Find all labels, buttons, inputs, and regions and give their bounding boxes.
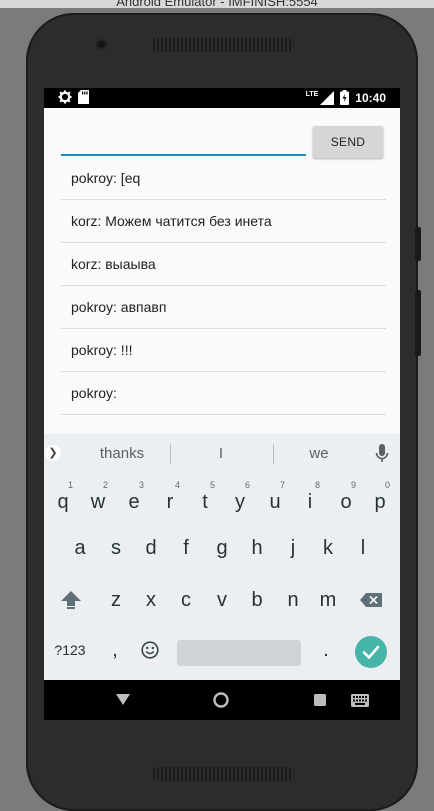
- list-item[interactable]: korz: выаыва: [61, 243, 386, 286]
- navigation-bar: [44, 680, 400, 720]
- key-k[interactable]: k: [314, 530, 342, 566]
- emulator-window: Android Emulator - IMFINISH:5554 LTE 10:…: [0, 0, 434, 811]
- suggestion-divider: [273, 444, 274, 464]
- suggestion-divider: [170, 444, 171, 464]
- key-row-3: z x c v b n m: [44, 582, 400, 618]
- window-title: Android Emulator - IMFINISH:5554: [116, 0, 318, 8]
- soft-keyboard: ❯ thanks I we q1 w2 e3 r4 t5 y6 u7 i 8 o…: [44, 434, 400, 680]
- key-v[interactable]: v: [208, 582, 236, 618]
- suggestion-3[interactable]: we: [288, 445, 350, 462]
- message-text: pokroy: !!!: [71, 342, 133, 358]
- chevron-right-icon[interactable]: ❯: [45, 445, 61, 461]
- backspace-key[interactable]: [356, 582, 386, 618]
- message-text: korz: выаыва: [71, 256, 156, 272]
- key-s[interactable]: s: [102, 530, 130, 566]
- power-button[interactable]: [415, 227, 421, 261]
- enter-key[interactable]: [355, 636, 387, 668]
- key-o[interactable]: o9: [332, 480, 360, 520]
- space-key[interactable]: [177, 640, 301, 666]
- symbols-key[interactable]: ?123: [50, 632, 90, 668]
- message-text: pokroy: авпавп: [71, 299, 167, 315]
- key-r[interactable]: r4: [156, 480, 184, 520]
- key-t[interactable]: t5: [191, 480, 219, 520]
- key-w[interactable]: w2: [84, 480, 112, 520]
- gear-icon: [58, 90, 72, 104]
- bottom-speaker: [151, 767, 294, 781]
- lte-icon: LTE: [305, 91, 319, 98]
- signal-icon: [320, 90, 335, 105]
- key-z[interactable]: z: [102, 582, 130, 618]
- suggestion-1[interactable]: thanks: [89, 445, 155, 462]
- chat-app: SEND pokroy: [eq korz: Можем чатится без…: [44, 108, 400, 434]
- key-row-4: ?123 , .: [44, 632, 400, 668]
- list-item[interactable]: pokroy:: [61, 372, 386, 415]
- list-item[interactable]: korz: Можем чатится без инета: [61, 200, 386, 243]
- key-m[interactable]: m: [314, 582, 342, 618]
- home-icon[interactable]: [213, 692, 229, 708]
- key-g[interactable]: g: [208, 530, 236, 566]
- keyboard-icon[interactable]: [351, 694, 369, 707]
- key-c[interactable]: c: [172, 582, 200, 618]
- message-text: pokroy: [eq: [71, 170, 141, 186]
- list-item[interactable]: pokroy: !!!: [61, 329, 386, 372]
- key-j[interactable]: j: [279, 530, 307, 566]
- suggestion-strip: ❯ thanks I we: [44, 434, 400, 474]
- list-item[interactable]: pokroy: [eq: [61, 157, 386, 200]
- check-icon: [362, 645, 380, 659]
- device-screen: LTE 10:40 SEND pokroy: [eq korz: Можем ч…: [44, 88, 400, 720]
- key-row-1: q1 w2 e3 r4 t5 y6 u7 i8 o9 p0: [44, 480, 400, 520]
- emoji-key[interactable]: [136, 632, 164, 668]
- send-button[interactable]: SEND: [313, 126, 383, 158]
- message-text: korz: Можем чатится без инета: [71, 213, 272, 229]
- key-a[interactable]: a: [66, 530, 94, 566]
- key-q[interactable]: q1: [49, 480, 77, 520]
- period-key[interactable]: .: [314, 632, 338, 668]
- window-titlebar: Android Emulator - IMFINISH:5554: [0, 0, 434, 8]
- recents-icon[interactable]: [314, 694, 326, 706]
- emoji-icon: [141, 641, 159, 659]
- key-h[interactable]: h: [243, 530, 271, 566]
- shift-key[interactable]: [56, 582, 86, 618]
- shift-icon: [61, 591, 81, 609]
- sd-card-icon: [78, 90, 89, 104]
- mic-icon[interactable]: [375, 444, 389, 464]
- comma-key[interactable]: ,: [103, 632, 127, 668]
- message-input[interactable]: [61, 126, 306, 156]
- clock: 10:40: [355, 90, 386, 105]
- top-speaker: [151, 38, 294, 52]
- key-n[interactable]: n: [279, 582, 307, 618]
- key-x[interactable]: x: [137, 582, 165, 618]
- key-u[interactable]: u7: [261, 480, 289, 520]
- key-l[interactable]: l: [349, 530, 377, 566]
- back-icon[interactable]: [116, 694, 130, 706]
- backspace-icon: [360, 593, 382, 607]
- key-p[interactable]: p0: [366, 480, 394, 520]
- battery-icon: [340, 90, 350, 105]
- key-b[interactable]: b: [243, 582, 271, 618]
- message-list: pokroy: [eq korz: Можем чатится без инет…: [61, 157, 386, 415]
- key-row-2: a s d f g h j k l: [44, 530, 400, 566]
- key-d[interactable]: d: [137, 530, 165, 566]
- key-i[interactable]: i8: [296, 480, 324, 520]
- list-item[interactable]: pokroy: авпавп: [61, 286, 386, 329]
- front-camera: [96, 39, 107, 50]
- message-text: pokroy:: [71, 385, 117, 401]
- status-bar: LTE 10:40: [44, 88, 400, 108]
- volume-button[interactable]: [415, 290, 421, 356]
- suggestion-2[interactable]: I: [194, 445, 248, 462]
- key-f[interactable]: f: [172, 530, 200, 566]
- key-y[interactable]: y6: [226, 480, 254, 520]
- key-e[interactable]: e3: [120, 480, 148, 520]
